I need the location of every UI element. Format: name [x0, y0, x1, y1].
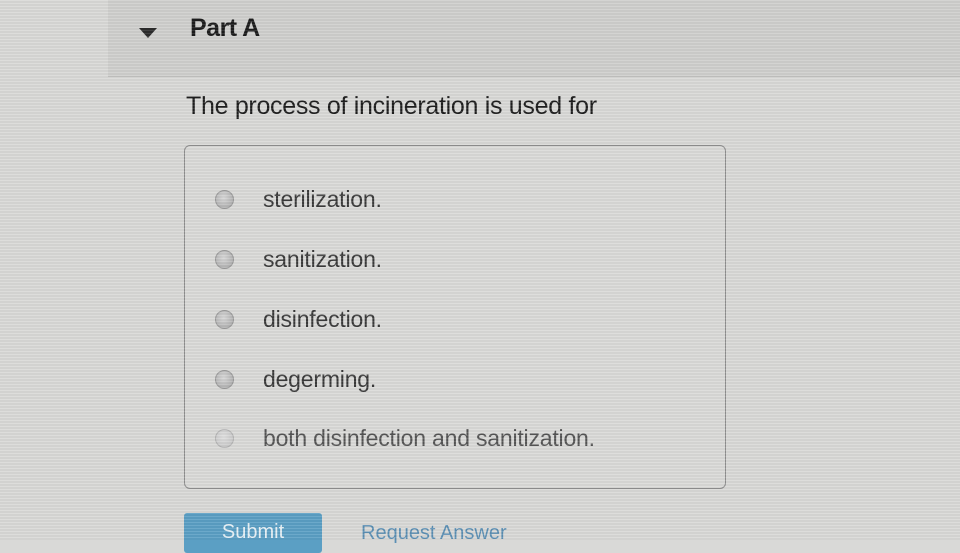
radio-button[interactable]: [215, 369, 234, 389]
option-sanitization[interactable]: sanitization.: [215, 239, 382, 279]
option-label: sanitization.: [263, 245, 382, 272]
option-sterilization[interactable]: sterilization.: [215, 179, 382, 219]
answer-options-box: sterilization. sanitization. disinfectio…: [184, 145, 726, 489]
radio-button[interactable]: [215, 428, 234, 448]
option-label: disinfection.: [263, 305, 382, 332]
option-both-disinfection-and-sanitization[interactable]: both disinfection and sanitization.: [215, 418, 595, 458]
option-label: degerming.: [263, 365, 377, 392]
radio-button[interactable]: [215, 249, 234, 269]
question-text: The process of incineration is used for: [186, 92, 597, 120]
collapse-toggle-icon[interactable]: [136, 26, 160, 40]
option-label: sterilization.: [263, 185, 382, 212]
part-header: Part A: [108, 0, 960, 77]
option-label: both disinfection and sanitization.: [263, 424, 595, 451]
part-title: Part A: [190, 14, 260, 42]
option-degerming[interactable]: degerming.: [215, 359, 376, 399]
triangle-down-icon: [139, 28, 157, 38]
radio-button[interactable]: [215, 189, 234, 209]
request-answer-link[interactable]: Request Answer: [361, 522, 507, 545]
radio-button[interactable]: [215, 309, 234, 329]
option-disinfection[interactable]: disinfection.: [215, 299, 382, 339]
submit-button[interactable]: Submit: [184, 513, 322, 553]
